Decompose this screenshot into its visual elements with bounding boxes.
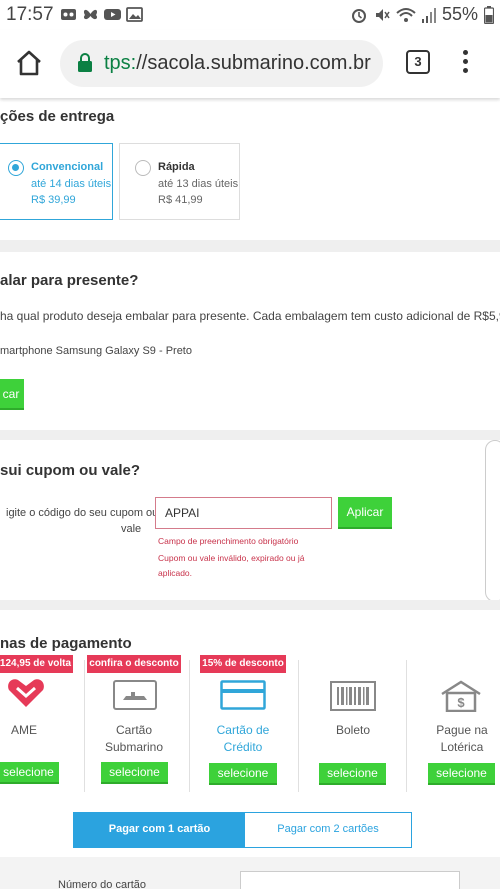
shipping-price: R$ 41,99 (158, 194, 203, 206)
section-divider (0, 430, 500, 440)
payment-divider (406, 660, 407, 792)
browser-toolbar: tps://sacola.submarino.com.br 3 (0, 30, 500, 98)
gift-product: martphone Samsung Galaxy S9 - Preto (0, 345, 192, 357)
payment-label-line: Submarino (104, 740, 164, 754)
signal-icon (421, 7, 436, 23)
side-panel-handle[interactable] (485, 440, 500, 602)
payment-tabs: Pagar com 1 cartão Pagar com 2 cartões (73, 812, 412, 848)
select-loterica-button[interactable]: selecione (428, 763, 495, 785)
tab-one-card[interactable]: Pagar com 1 cartão (74, 813, 245, 847)
barcode-icon (330, 681, 376, 711)
credit-card-icon (220, 680, 266, 710)
card-number-input[interactable] (240, 871, 460, 889)
gift-description: ha qual produto deseja embalar para pres… (0, 309, 500, 323)
voicemail-icon (61, 9, 76, 20)
status-bar: 17:57 55% (0, 0, 500, 30)
radio-rapida[interactable] (135, 160, 151, 176)
payment-label-credit: Cartão de Crédito (205, 722, 281, 756)
youtube-icon (104, 9, 121, 20)
shipping-days: até 13 dias úteis (158, 178, 239, 190)
gift-button[interactable]: car (0, 379, 24, 410)
battery-icon (484, 5, 494, 24)
notification-icons (60, 7, 143, 22)
section-divider (0, 240, 500, 252)
submarino-card-icon (113, 680, 157, 710)
shipping-name: Rápida (158, 161, 195, 173)
shipping-price: R$ 39,99 (31, 194, 76, 206)
status-time: 17:57 (6, 4, 54, 25)
address-bar[interactable]: tps://sacola.submarino.com.br (60, 40, 383, 87)
mute-icon (375, 8, 390, 21)
payment-label-loterica: Pague na Lotérica (424, 722, 500, 756)
payment-label-line: Crédito (223, 740, 263, 754)
coupon-title: sui cupom ou vale? (0, 462, 141, 479)
overflow-menu-icon[interactable] (460, 50, 470, 76)
payment-tag-submarino: confira o desconto (87, 655, 181, 673)
select-submarino-button[interactable]: selecione (101, 762, 168, 784)
url-text[interactable]: tps://sacola.submarino.com.br (104, 52, 371, 75)
payment-label-line: Pague na (436, 723, 488, 737)
payment-label-line: Cartão de (216, 723, 270, 737)
shipping-option-rapida[interactable]: Rápida até 13 dias úteis R$ 41,99 (119, 143, 240, 220)
select-boleto-button[interactable]: selecione (319, 763, 386, 785)
payment-label-line: Lotérica (440, 740, 484, 754)
coupon-error-required: Campo de preenchimento obrigatório (158, 536, 299, 546)
payment-label-line: Cartão (115, 723, 153, 737)
card-number-label: Número do cartão (58, 879, 147, 889)
alarm-icon (351, 8, 366, 23)
radio-convencional[interactable] (8, 160, 24, 176)
tabs-button[interactable]: 3 (406, 50, 430, 74)
apply-coupon-button[interactable]: Aplicar (338, 497, 392, 529)
payment-label-ame: AME (10, 723, 37, 737)
coupon-label-2: vale (121, 523, 142, 535)
butterfly-icon (83, 9, 98, 20)
home-icon[interactable] (14, 48, 44, 78)
battery-percent: 55% (441, 4, 478, 24)
card-form: Número do cartão (0, 857, 500, 889)
payment-divider (84, 660, 85, 792)
payment-tag-ame: 124,95 de volta (0, 655, 73, 673)
status-right: 55% (350, 4, 494, 25)
select-credit-button[interactable]: selecione (209, 763, 277, 785)
lottery-house-icon: $ (441, 680, 481, 712)
url-scheme: tps: (104, 52, 137, 74)
ame-heart-icon (8, 679, 44, 707)
coupon-label: igite o código do seu cupom ou (6, 507, 159, 519)
url-host: //sacola.submarino.com.br (136, 52, 371, 74)
gallery-icon (126, 7, 143, 22)
payment-tag-credit: 15% de desconto (200, 655, 286, 673)
select-ame-button[interactable]: selecione (0, 762, 59, 784)
payment-title: nas de pagamento (0, 635, 132, 652)
coupon-error-invalid-2: aplicado. (158, 568, 193, 578)
section-divider (0, 600, 500, 610)
svg-text:$: $ (457, 695, 465, 710)
wifi-icon (396, 7, 416, 22)
lock-icon (78, 53, 92, 72)
payment-label-submarino: Cartão Submarino (97, 722, 171, 756)
coupon-input[interactable]: APPAI (155, 497, 332, 529)
payment-label-boleto: Boleto (335, 723, 371, 737)
payment-divider (189, 660, 190, 792)
shipping-option-convencional[interactable]: Convencional até 14 dias úteis R$ 39,99 (0, 143, 113, 220)
gift-title: alar para presente? (0, 272, 139, 289)
payment-divider (298, 660, 299, 792)
delivery-title: ções de entrega (0, 108, 115, 125)
shipping-days: até 14 dias úteis (31, 178, 112, 190)
shipping-name: Convencional (31, 161, 104, 173)
coupon-error-invalid: Cupom ou vale inválido, expirado ou já (158, 553, 305, 563)
tab-two-cards[interactable]: Pagar com 2 cartões (245, 813, 411, 847)
